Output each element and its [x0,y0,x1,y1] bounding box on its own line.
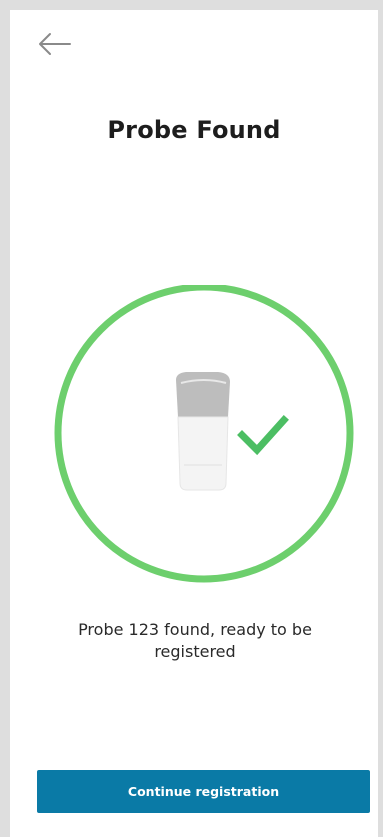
back-button[interactable] [36,32,76,72]
continue-registration-button[interactable]: Continue registration [37,770,370,813]
check-icon [237,415,289,456]
arrow-left-icon [39,33,71,55]
page-title: Probe Found [107,116,281,144]
probe-status-graphic [54,285,354,585]
probe-found-screen: Probe Found Probe 123 found, ready to be… [10,10,378,837]
status-message: Probe 123 found, ready to be registered [78,620,312,661]
probe-icon [176,372,230,491]
